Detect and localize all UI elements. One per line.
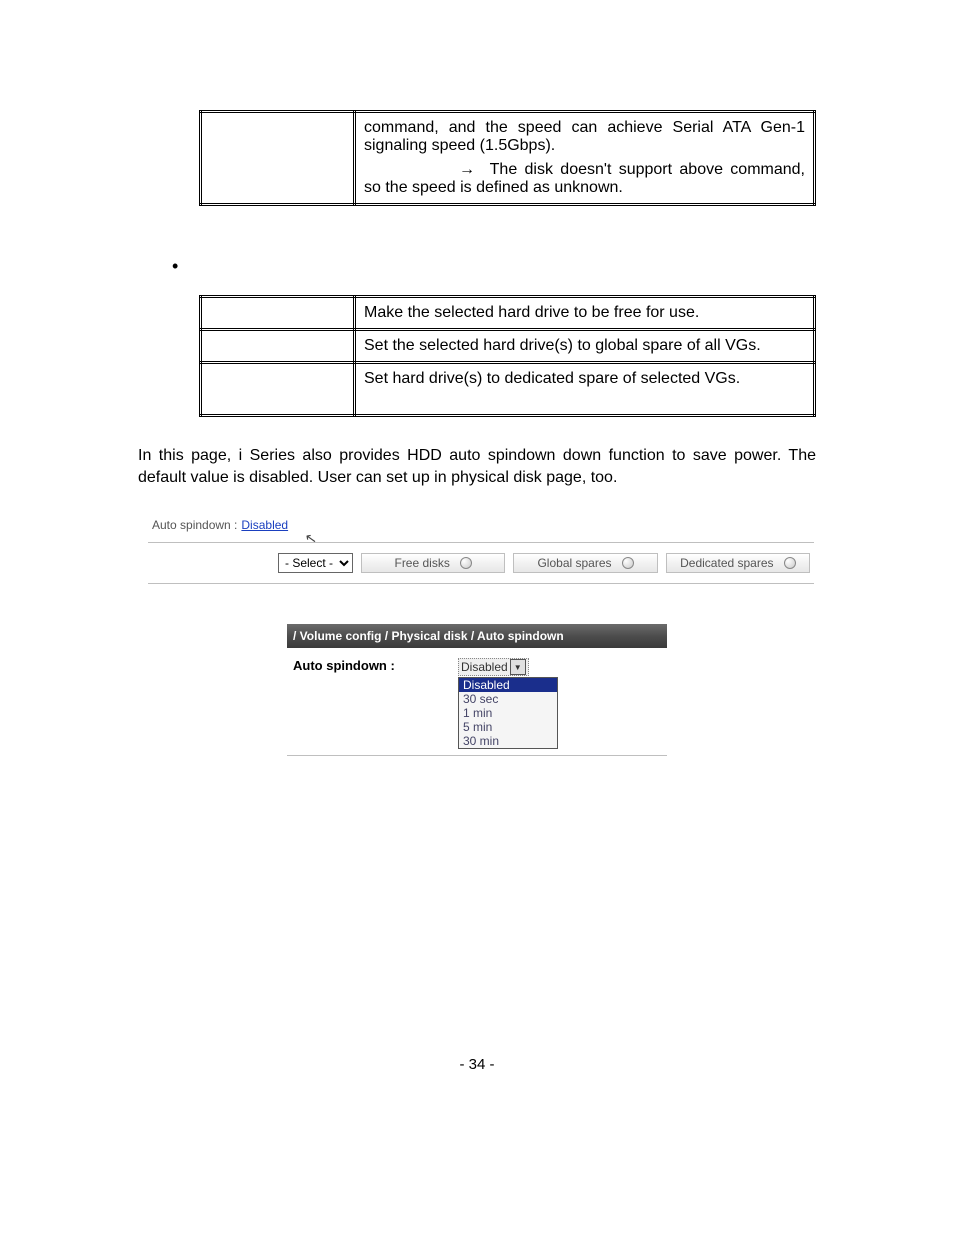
table-drive-actions: Make the selected hard drive to be free … [199, 295, 816, 417]
table-speed-info: command, and the speed can achieve Seria… [199, 110, 816, 206]
radio-icon [460, 557, 472, 569]
auto-spindown-combo: Disabled ▼ Disabled 30 sec 1 min 5 min 3… [458, 658, 558, 749]
free-disks-label: Free disks [394, 556, 449, 570]
table-cell-content: command, and the speed can achieve Seria… [355, 112, 815, 205]
table-cell-empty [201, 363, 355, 416]
spindown-option-30sec[interactable]: 30 sec [459, 692, 557, 706]
auto-spindown-link[interactable]: Disabled [241, 518, 288, 532]
table-cell-empty [201, 330, 355, 363]
global-spares-label: Global spares [537, 556, 611, 570]
table-cell-empty [201, 297, 355, 330]
page-number: - 34 - [138, 1056, 816, 1103]
ui-panel-spindown-summary: Auto spindown : Disabled ↖ - Select - Fr… [148, 512, 814, 584]
spindown-option-1min[interactable]: 1 min [459, 706, 557, 720]
speed-text-2: → The disk doesn't support above command… [364, 161, 805, 197]
auto-spindown-dropdown[interactable]: Disabled ▼ [458, 658, 529, 676]
table-cell-empty [201, 112, 355, 205]
drive-action-global-spare: Set the selected hard drive(s) to global… [355, 330, 815, 363]
auto-spindown-options-list: Disabled 30 sec 1 min 5 min 30 min [458, 677, 558, 749]
radio-icon [784, 557, 796, 569]
drive-action-free: Make the selected hard drive to be free … [355, 297, 815, 330]
arrow-icon: → [459, 161, 475, 178]
spindown-paragraph: In this page, i Series also provides HDD… [138, 445, 816, 488]
global-spares-button[interactable]: Global spares [513, 553, 657, 573]
speed-text-2-body: The disk doesn't support above command, … [364, 161, 805, 196]
spindown-option-30min[interactable]: 30 min [459, 734, 557, 748]
breadcrumb: / Volume config / Physical disk / Auto s… [287, 624, 667, 648]
spindown-option-disabled[interactable]: Disabled [459, 678, 557, 692]
ui-panel-spindown-config: / Volume config / Physical disk / Auto s… [287, 624, 667, 756]
drive-action-dedicated-spare: Set hard drive(s) to dedicated spare of … [355, 363, 815, 416]
ui-row-spindown-status: Auto spindown : Disabled ↖ [148, 512, 814, 543]
bullet-icon: • [172, 256, 816, 277]
dedicated-spares-label: Dedicated spares [680, 556, 773, 570]
dedicated-spares-button[interactable]: Dedicated spares [666, 553, 810, 573]
chevron-down-icon: ▼ [510, 659, 526, 675]
ui-row-disk-actions: - Select - Free disks Global spares Dedi… [148, 543, 814, 584]
radio-icon [622, 557, 634, 569]
speed-text-1: command, and the speed can achieve Seria… [364, 119, 805, 155]
spindown-option-5min[interactable]: 5 min [459, 720, 557, 734]
auto-spindown-config-label: Auto spindown : [293, 658, 458, 673]
action-select[interactable]: - Select - [278, 553, 353, 573]
free-disks-button[interactable]: Free disks [361, 553, 505, 573]
auto-spindown-selected: Disabled [461, 660, 508, 674]
auto-spindown-label: Auto spindown : [152, 518, 237, 532]
